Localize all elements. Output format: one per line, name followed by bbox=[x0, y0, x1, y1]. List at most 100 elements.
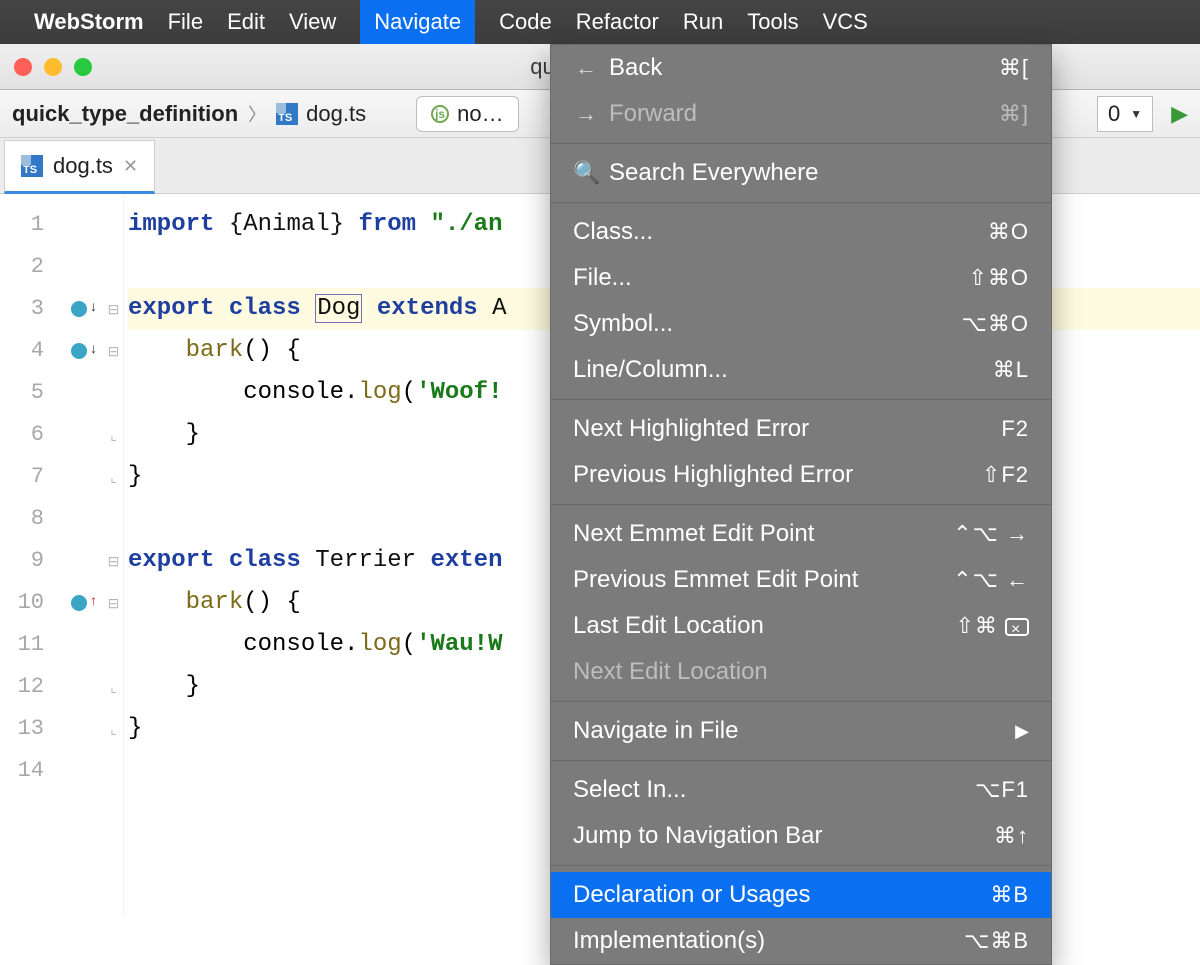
menubar-code[interactable]: Code bbox=[499, 9, 552, 35]
line-number-gutter: 1 2 3 4 5 6 7 8 9 10 11 12 13 14 bbox=[0, 194, 54, 916]
arrow-right-icon: → bbox=[573, 99, 599, 129]
caret-selection: Dog bbox=[315, 294, 362, 323]
menu-next-edit: Next Edit Location bbox=[551, 649, 1051, 695]
menu-separator bbox=[551, 504, 1051, 505]
code-token: export class bbox=[128, 295, 315, 322]
menu-separator bbox=[551, 760, 1051, 761]
fold-end-icon: ⌞ bbox=[104, 414, 123, 456]
menu-label: Forward bbox=[609, 99, 697, 129]
fold-toggle-icon[interactable]: ⊟ bbox=[104, 540, 123, 582]
line-number: 14 bbox=[0, 750, 44, 792]
code-token: ( bbox=[402, 379, 416, 406]
code-token: "./an bbox=[430, 211, 502, 238]
close-window-icon[interactable] bbox=[14, 58, 32, 76]
menu-symbol[interactable]: Symbol...⌥⌘O bbox=[551, 301, 1051, 347]
menubar-file[interactable]: File bbox=[168, 9, 203, 35]
menu-implementations[interactable]: Implementation(s)⌥⌘B bbox=[551, 918, 1051, 964]
menu-prev-error[interactable]: Previous Highlighted Error⇧F2 bbox=[551, 452, 1051, 498]
menubar-navigate[interactable]: Navigate bbox=[360, 0, 475, 44]
menu-shortcut: ⌥⌘B bbox=[964, 926, 1029, 956]
menu-separator bbox=[551, 399, 1051, 400]
fold-gutter: ⊟ ⊟ ⌞ ⌞ ⊟ ⊟ ⌞ ⌞ bbox=[104, 194, 124, 916]
minimize-window-icon[interactable] bbox=[44, 58, 62, 76]
submenu-arrow-icon: ▶ bbox=[1015, 716, 1029, 746]
menu-shortcut: F2 bbox=[1001, 414, 1029, 444]
menu-back[interactable]: ←Back ⌘[ bbox=[551, 45, 1051, 91]
code-token: log bbox=[358, 631, 401, 658]
fold-end-icon: ⌞ bbox=[104, 708, 123, 750]
line-number: 2 bbox=[0, 246, 44, 288]
menu-navigate-in-file[interactable]: Navigate in File ▶ bbox=[551, 708, 1051, 754]
code-token bbox=[128, 337, 186, 364]
line-number: 4 bbox=[0, 330, 44, 372]
gutter-marks bbox=[54, 194, 104, 916]
code-token: ( bbox=[402, 631, 416, 658]
menu-declaration[interactable]: Declaration or Usages⌘B bbox=[551, 872, 1051, 918]
menu-search-everywhere[interactable]: 🔍Search Everywhere bbox=[551, 150, 1051, 196]
menu-prev-emmet[interactable]: Previous Emmet Edit Point⌃⌥ ← bbox=[551, 557, 1051, 603]
code-token bbox=[128, 589, 186, 616]
menu-select-in[interactable]: Select In... ⌥F1 bbox=[551, 767, 1051, 813]
override-up-icon[interactable] bbox=[71, 595, 87, 611]
menu-shortcut: ⇧⌘ bbox=[955, 611, 1029, 641]
menu-shortcut: ⇧⌘O bbox=[968, 263, 1029, 293]
zoom-window-icon[interactable] bbox=[74, 58, 92, 76]
breadcrumb-project[interactable]: quick_type_definition bbox=[12, 101, 238, 127]
code-token: 'Woof! bbox=[416, 379, 502, 406]
menu-label: Select In... bbox=[573, 775, 686, 805]
menu-label: Next Highlighted Error bbox=[573, 414, 809, 444]
override-down-icon[interactable] bbox=[71, 301, 87, 317]
line-number: 6 bbox=[0, 414, 44, 456]
menu-next-emmet[interactable]: Next Emmet Edit Point⌃⌥ → bbox=[551, 511, 1051, 557]
typescript-file-icon: TS bbox=[276, 103, 298, 125]
run-icon[interactable]: ▶ bbox=[1171, 101, 1188, 127]
node-interpreter-pill[interactable]: js no… bbox=[416, 96, 518, 132]
menu-next-error[interactable]: Next Highlighted Error F2 bbox=[551, 406, 1051, 452]
breadcrumb-file[interactable]: TS dog.ts bbox=[276, 101, 366, 127]
menu-file[interactable]: File...⇧⌘O bbox=[551, 255, 1051, 301]
fold-end-icon: ⌞ bbox=[104, 666, 123, 708]
macos-menubar: WebStorm File Edit View Navigate Code Re… bbox=[0, 0, 1200, 44]
menu-shortcut: ⌘B bbox=[990, 880, 1029, 910]
run-config-value: 0 bbox=[1108, 101, 1120, 127]
menubar-view[interactable]: View bbox=[289, 9, 336, 35]
menu-label: Class... bbox=[573, 217, 653, 247]
menu-shortcut: ⌥F1 bbox=[975, 775, 1029, 805]
code-token: () { bbox=[243, 589, 301, 616]
menu-label: Navigate in File bbox=[573, 716, 738, 746]
line-number: 1 bbox=[0, 204, 44, 246]
line-number: 5 bbox=[0, 372, 44, 414]
menubar-refactor[interactable]: Refactor bbox=[576, 9, 659, 35]
fold-toggle-icon[interactable]: ⊟ bbox=[104, 330, 123, 372]
editor-tab-dog[interactable]: TS dog.ts ✕ bbox=[4, 140, 155, 194]
menu-shortcut: ⌘L bbox=[993, 355, 1029, 385]
run-config-select[interactable]: 0 ▼ bbox=[1097, 96, 1153, 132]
dropdown-triangle-icon: ▼ bbox=[1130, 107, 1142, 121]
menubar-edit[interactable]: Edit bbox=[227, 9, 265, 35]
code-token: console. bbox=[128, 631, 358, 658]
menu-shortcut: ⌘O bbox=[988, 217, 1029, 247]
code-token: 'Wau!W bbox=[416, 631, 502, 658]
menubar-vcs[interactable]: VCS bbox=[823, 9, 868, 35]
menu-line[interactable]: Line/Column...⌘L bbox=[551, 347, 1051, 393]
line-number: 3 bbox=[0, 288, 44, 330]
menu-class[interactable]: Class... ⌘O bbox=[551, 209, 1051, 255]
menu-label: Jump to Navigation Bar bbox=[573, 821, 822, 851]
menubar-app-name[interactable]: WebStorm bbox=[34, 9, 144, 35]
menu-shortcut-text: ⇧⌘ bbox=[955, 613, 997, 638]
menu-jump-nav-bar[interactable]: Jump to Navigation Bar ⌘↑ bbox=[551, 813, 1051, 859]
menubar-tools[interactable]: Tools bbox=[747, 9, 798, 35]
fold-toggle-icon[interactable]: ⊟ bbox=[104, 582, 123, 624]
override-down-icon[interactable] bbox=[71, 343, 87, 359]
fold-end-icon: ⌞ bbox=[104, 456, 123, 498]
menubar-run[interactable]: Run bbox=[683, 9, 723, 35]
line-number: 13 bbox=[0, 708, 44, 750]
menu-last-edit[interactable]: Last Edit Location⇧⌘ bbox=[551, 603, 1051, 649]
close-tab-icon[interactable]: ✕ bbox=[123, 156, 138, 177]
fold-toggle-icon[interactable]: ⊟ bbox=[104, 288, 123, 330]
menu-shortcut: ⌥⌘O bbox=[962, 309, 1029, 339]
menu-separator bbox=[551, 202, 1051, 203]
code-token: bark bbox=[186, 589, 244, 616]
menu-shortcut: ⌘↑ bbox=[994, 821, 1029, 851]
menu-label: Back bbox=[609, 53, 662, 83]
